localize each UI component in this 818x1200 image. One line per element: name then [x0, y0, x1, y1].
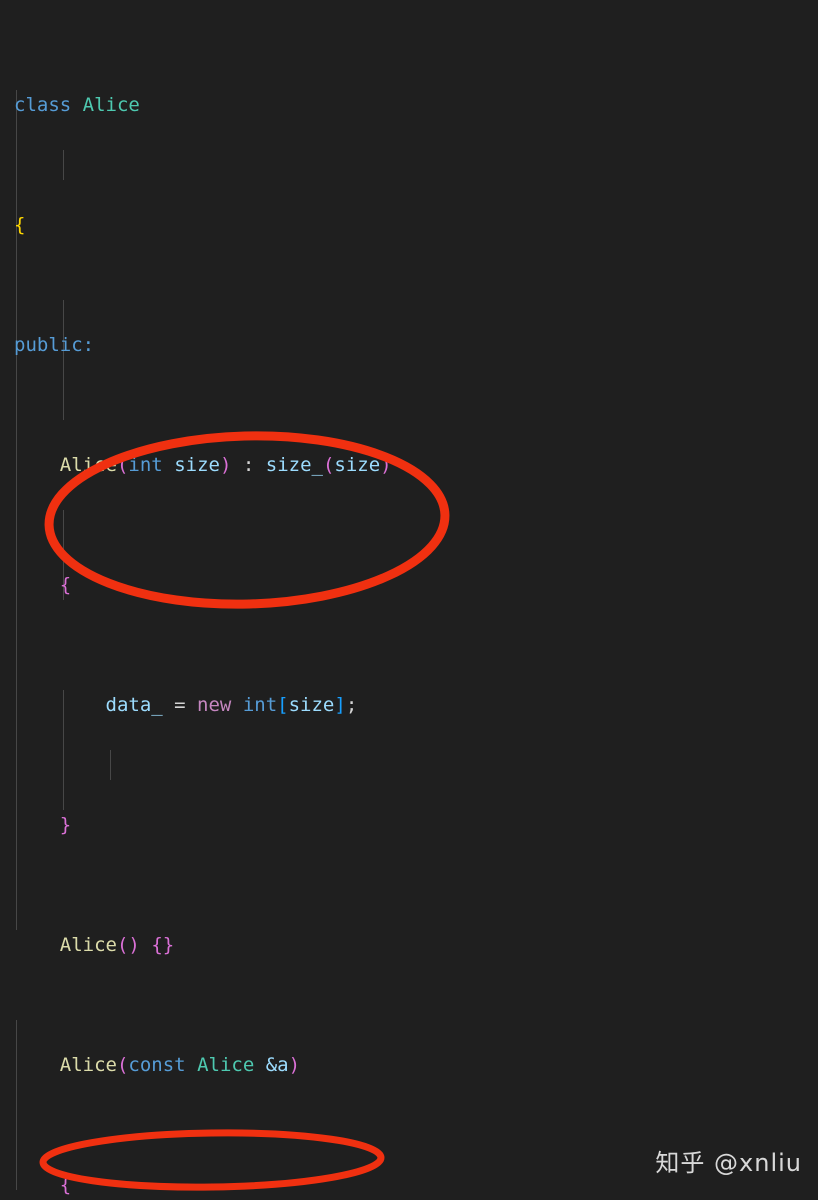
token-paren-2: ) [219, 454, 232, 476]
token-type-alice: Alice [82, 94, 140, 116]
token-ctor-alice: Alice [59, 454, 117, 476]
code-line[interactable]: class Alice [0, 90, 818, 120]
token-arg-size: size [288, 694, 335, 716]
token-brace-open-1: { [14, 214, 26, 236]
code-line[interactable]: public: [0, 330, 818, 360]
token-brace-open-2: { [59, 574, 72, 596]
token-param-ref-a: &a [265, 1054, 289, 1076]
token-keyword-const: const [128, 1054, 186, 1076]
token-colon: : [231, 454, 266, 476]
code-line[interactable]: data_ = new int[size]; [0, 690, 818, 720]
token-bracket-3: [ [277, 694, 289, 716]
token-bracket-3: ] [334, 694, 346, 716]
token-assign: = [162, 694, 198, 716]
token-keyword-int: int [128, 454, 163, 476]
code-line[interactable]: Alice() {} [0, 930, 818, 960]
token-paren-2: ( [116, 454, 129, 476]
token-paren-2: ( [116, 1054, 129, 1076]
token-type-alice: Alice [197, 1054, 255, 1076]
token-member-data: data_ [105, 694, 163, 716]
token-param-size: size [174, 454, 220, 476]
token-paren-2: ) [288, 1054, 301, 1076]
token-member-size: size_ [265, 454, 323, 476]
token-ctor-alice-copy: Alice [59, 1054, 117, 1076]
token-brace-close-2: } [59, 814, 72, 836]
code-line[interactable]: Alice(int size) : size_(size) [0, 450, 818, 480]
code-editor[interactable]: class Alice { public: Alice(int size) : … [0, 0, 818, 1200]
token-keyword-new: new [197, 694, 232, 716]
token-paren-2: ( [322, 454, 335, 476]
code-line[interactable]: { [0, 210, 818, 240]
code-content[interactable]: class Alice { public: Alice(int size) : … [0, 0, 818, 1200]
token-ctor-alice-default: Alice [59, 934, 117, 956]
token-paren-2: ) [380, 454, 392, 476]
code-line[interactable]: Alice(const Alice &a) [0, 1050, 818, 1080]
token-paren-2: () [116, 934, 140, 956]
token-access-public: public: [14, 334, 95, 356]
token-arg-size: size [334, 454, 381, 476]
watermark: 知乎 @xnliu [655, 1149, 802, 1177]
token-semicolon: ; [345, 694, 358, 716]
code-line[interactable]: } [0, 810, 818, 840]
token-keyword-class: class [14, 94, 72, 116]
code-line[interactable]: { [0, 570, 818, 600]
token-keyword-int: int [242, 694, 278, 716]
token-brace-2: {} [151, 934, 175, 956]
token-brace-open-2: { [59, 1174, 72, 1196]
